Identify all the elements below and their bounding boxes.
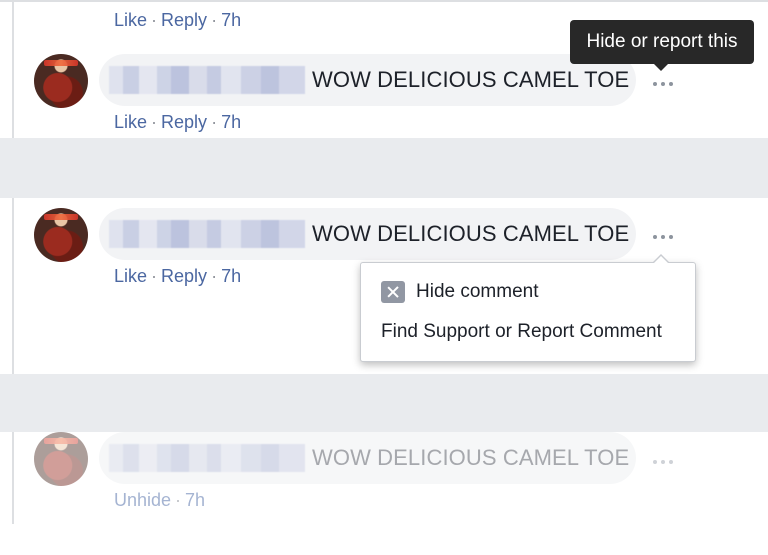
timestamp[interactable]: 7h (221, 10, 241, 30)
timestamp[interactable]: 7h (221, 112, 241, 132)
report-comment-item[interactable]: Find Support or Report Comment (381, 321, 662, 343)
separator-dot: · (175, 490, 182, 510)
avatar[interactable] (34, 432, 88, 486)
comment-text: WOW DELICIOUS CAMEL TOE (312, 445, 630, 470)
more-options-icon[interactable] (651, 232, 675, 242)
separator-band (0, 138, 768, 198)
hide-comment-label: Hide comment (416, 281, 539, 302)
redacted-author-name[interactable] (109, 444, 305, 472)
comment-actions: Like · Reply · 7h (114, 112, 241, 133)
like-link[interactable]: Like (114, 10, 147, 30)
reply-link[interactable]: Reply (161, 10, 207, 30)
separator-dot: · (151, 266, 158, 286)
comment-text: WOW DELICIOUS CAMEL TOE (312, 221, 630, 246)
more-options-icon[interactable] (651, 79, 675, 89)
comment-actions-top: Like · Reply · 7h (114, 10, 241, 31)
reply-link[interactable]: Reply (161, 266, 207, 286)
avatar[interactable] (34, 208, 88, 262)
more-options-icon[interactable] (651, 457, 675, 467)
thread-line (12, 198, 14, 374)
like-link[interactable]: Like (114, 266, 147, 286)
like-link[interactable]: Like (114, 112, 147, 132)
comment-options-menu: Hide comment Find Support or Report Comm… (360, 254, 696, 362)
avatar[interactable] (34, 54, 88, 108)
separator-dot: · (211, 10, 218, 30)
separator-dot: · (151, 10, 158, 30)
comment-bubble: WOW DELICIOUS CAMEL TOE (99, 54, 636, 106)
unhide-link[interactable]: Unhide (114, 490, 171, 510)
close-box-icon (381, 281, 405, 303)
separator-dot: · (211, 112, 218, 132)
thread-line (12, 432, 14, 524)
comment-actions: Like · Reply · 7h (114, 266, 241, 287)
reply-link[interactable]: Reply (161, 112, 207, 132)
separator-dot: · (151, 112, 158, 132)
comment-bubble: WOW DELICIOUS CAMEL TOE (99, 208, 636, 260)
report-comment-label: Find Support or Report Comment (381, 321, 662, 342)
comment-actions: Unhide · 7h (114, 490, 205, 511)
comment-bubble: WOW DELICIOUS CAMEL TOE (99, 432, 636, 484)
redacted-author-name[interactable] (109, 66, 305, 94)
hide-comment-item[interactable]: Hide comment (381, 281, 539, 303)
separator-dot: · (211, 266, 218, 286)
redacted-author-name[interactable] (109, 220, 305, 248)
timestamp[interactable]: 7h (185, 490, 205, 510)
tooltip: Hide or report this (570, 20, 754, 71)
timestamp[interactable]: 7h (221, 266, 241, 286)
comment-text: WOW DELICIOUS CAMEL TOE (312, 67, 630, 92)
thread-line (12, 0, 14, 138)
separator-band (0, 374, 768, 432)
